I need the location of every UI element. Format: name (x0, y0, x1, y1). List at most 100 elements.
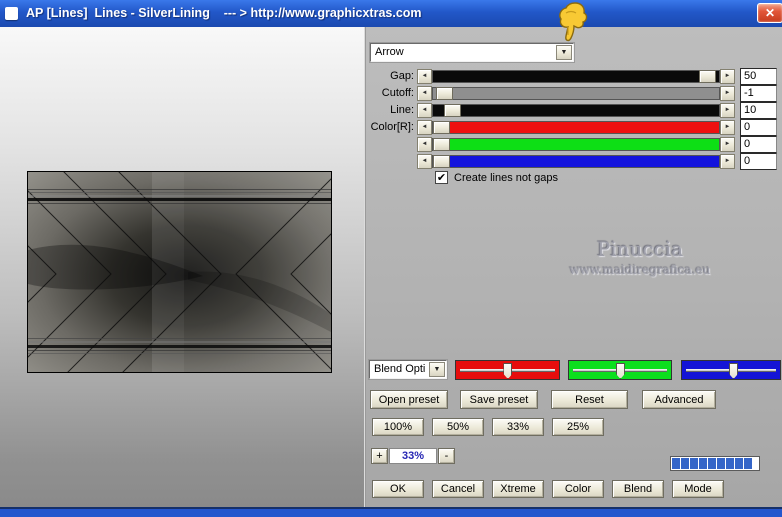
slider-label: Gap: (390, 70, 414, 82)
slider-right-arrow-icon[interactable]: ► (720, 120, 735, 135)
red-channel-slider[interactable] (455, 360, 560, 380)
progress-bar (670, 456, 760, 471)
plugin-window: AP [Lines] Lines - SilverLining --- > ht… (0, 0, 782, 517)
slider-row-gap: Gap: ◄ ► 50 (366, 68, 778, 85)
slider-row-line: Line: ◄ ► 10 (366, 102, 778, 119)
pane-divider (364, 27, 365, 508)
slider-label: Line: (390, 104, 414, 116)
slider-left-arrow-icon[interactable]: ◄ (417, 69, 432, 84)
slider-left-arrow-icon[interactable]: ◄ (417, 154, 432, 169)
progress-segment (672, 458, 680, 469)
slider-track[interactable] (432, 87, 720, 100)
watermark-title: Pinuccia (596, 237, 684, 261)
slider-label: Cutoff: (381, 87, 414, 99)
window-title: AP [Lines] Lines - SilverLining --- > ht… (26, 6, 422, 20)
zoom-level-display: 33% (389, 448, 437, 464)
zoom-100-button[interactable]: 100% (372, 418, 424, 436)
pointing-hand-icon (556, 1, 592, 43)
progress-segment (735, 458, 743, 469)
create-lines-checkbox-label: Create lines not gaps (454, 171, 558, 184)
progress-segment (699, 458, 707, 469)
slider-left-arrow-icon[interactable]: ◄ (417, 137, 432, 152)
slider-thumb[interactable] (433, 121, 450, 134)
color-red-value-field[interactable]: 0 (740, 119, 777, 136)
blend-button[interactable]: Blend (612, 480, 664, 498)
slider-right-arrow-icon[interactable]: ► (720, 69, 735, 84)
color-green-value-field[interactable]: 0 (740, 136, 777, 153)
slider-thumb[interactable] (433, 155, 450, 168)
slider-row-color-green: ◄ ► 0 (366, 136, 778, 153)
slider-thumb[interactable] (503, 363, 513, 379)
preset-dropdown-value: Arrow (375, 46, 404, 58)
blend-options-dropdown[interactable]: Blend Opti ▼ (368, 359, 448, 380)
chevron-down-icon[interactable]: ▼ (429, 362, 445, 377)
mode-button[interactable]: Mode (672, 480, 724, 498)
color-blue-slider[interactable]: ◄ ► (417, 154, 735, 169)
progress-segment (717, 458, 725, 469)
xtreme-button[interactable]: Xtreme (492, 480, 544, 498)
zoom-33-button[interactable]: 33% (492, 418, 544, 436)
progress-segment (690, 458, 698, 469)
slider-row-cutoff: Cutoff: ◄ ► -1 (366, 85, 778, 102)
progress-segment (681, 458, 689, 469)
close-icon[interactable]: ✕ (757, 3, 782, 23)
save-preset-button[interactable]: Save preset (460, 390, 538, 409)
cutoff-slider[interactable]: ◄ ► (417, 86, 735, 101)
blue-channel-slider[interactable] (681, 360, 781, 380)
zoom-in-button[interactable]: + (371, 448, 388, 464)
create-lines-checkbox-row: ✔ Create lines not gaps (435, 171, 558, 185)
line-slider[interactable]: ◄ ► (417, 103, 735, 118)
slider-right-arrow-icon[interactable]: ► (720, 103, 735, 118)
slider-left-arrow-icon[interactable]: ◄ (417, 120, 432, 135)
create-lines-checkbox[interactable]: ✔ (435, 171, 448, 184)
zoom-50-button[interactable]: 50% (432, 418, 484, 436)
slider-row-color-blue: ◄ ► 0 (366, 153, 778, 170)
slider-thumb[interactable] (698, 70, 716, 83)
slider-label: Color[R]: (370, 121, 414, 133)
slider-thumb[interactable] (435, 87, 453, 100)
color-button[interactable]: Color (552, 480, 604, 498)
title-bar[interactable]: AP [Lines] Lines - SilverLining --- > ht… (0, 0, 782, 27)
gap-slider[interactable]: ◄ ► (417, 69, 735, 84)
chevron-down-icon[interactable]: ▼ (556, 45, 572, 60)
slider-thumb[interactable] (729, 363, 739, 379)
advanced-button[interactable]: Advanced (642, 390, 716, 409)
gap-value-field[interactable]: 50 (740, 68, 777, 85)
preset-dropdown[interactable]: Arrow ▼ (369, 42, 575, 63)
slider-right-arrow-icon[interactable]: ► (720, 86, 735, 101)
green-channel-slider[interactable] (568, 360, 672, 380)
watermark-subtitle: www.maidiregrafica.eu (569, 263, 711, 277)
reset-button[interactable]: Reset (551, 390, 628, 409)
window-bottom-border (0, 507, 782, 517)
zoom-25-button[interactable]: 25% (552, 418, 604, 436)
cutoff-value-field[interactable]: -1 (740, 85, 777, 102)
blend-options-value: Blend Opti (374, 363, 426, 375)
open-preset-button[interactable]: Open preset (370, 390, 448, 409)
cancel-button[interactable]: Cancel (432, 480, 484, 498)
slider-left-arrow-icon[interactable]: ◄ (417, 86, 432, 101)
slider-right-arrow-icon[interactable]: ► (720, 154, 735, 169)
slider-track[interactable] (432, 138, 720, 151)
slider-thumb[interactable] (433, 138, 450, 151)
preview-image[interactable] (0, 43, 577, 505)
slider-track[interactable] (432, 155, 720, 168)
slider-track[interactable] (432, 104, 720, 117)
slider-track[interactable] (432, 70, 720, 83)
slider-track[interactable] (432, 121, 720, 134)
color-red-slider[interactable]: ◄ ► (417, 120, 735, 135)
progress-segment (726, 458, 734, 469)
slider-row-color-red: Color[R]: ◄ ► 0 (366, 119, 778, 136)
slider-left-arrow-icon[interactable]: ◄ (417, 103, 432, 118)
ok-button[interactable]: OK (372, 480, 424, 498)
line-value-field[interactable]: 10 (740, 102, 777, 119)
progress-segment (708, 458, 716, 469)
zoom-out-button[interactable]: - (438, 448, 455, 464)
progress-segment (744, 458, 752, 469)
slider-thumb[interactable] (444, 104, 462, 117)
color-green-slider[interactable]: ◄ ► (417, 137, 735, 152)
app-icon (5, 7, 18, 20)
color-blue-value-field[interactable]: 0 (740, 153, 777, 170)
watermark: Pinuccia www.maidiregrafica.eu (505, 237, 775, 277)
slider-right-arrow-icon[interactable]: ► (720, 137, 735, 152)
slider-thumb[interactable] (615, 363, 625, 379)
